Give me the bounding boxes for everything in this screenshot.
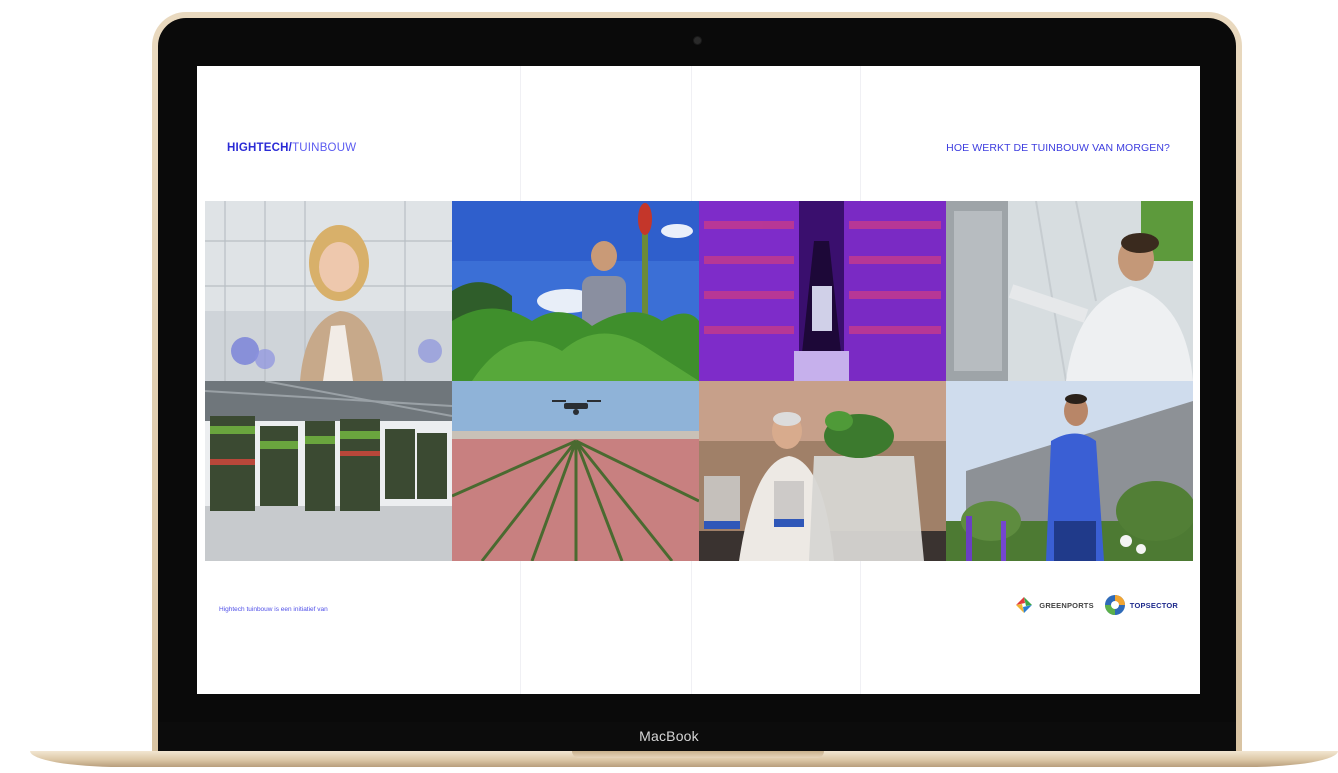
- initiative-note: Hightech tuinbouw is een initiatief van: [219, 606, 328, 613]
- photo-technician[interactable]: [946, 201, 1193, 381]
- partner-topsector[interactable]: TOPSECTOR: [1104, 594, 1178, 616]
- camera-icon: [694, 37, 701, 44]
- partner-greenports[interactable]: GREENPORTS: [1013, 594, 1094, 616]
- photo-man-building[interactable]: [946, 381, 1193, 561]
- page-headline: HOE WERKT DE TUINBOUW VAN MORGEN?: [946, 142, 1170, 154]
- device-brand-label: MacBook: [639, 728, 699, 744]
- photo-drone-field[interactable]: [452, 381, 699, 561]
- logo-bold: HIGHTECH/: [227, 142, 293, 154]
- photo-woman-greenhouse[interactable]: [205, 201, 452, 381]
- website-screen: HIGHTECH/TUINBOUW HOE WERKT DE TUINBOUW …: [197, 66, 1200, 694]
- laptop-notch: [572, 751, 824, 758]
- partner-topsector-name: TOPSECTOR: [1129, 600, 1178, 610]
- photo-researcher-lab[interactable]: [699, 381, 946, 561]
- photo-vertical-farm[interactable]: [699, 201, 946, 381]
- photo-grid: [205, 201, 1193, 561]
- partner-logos: GREENPORTS TOPSECTOR: [1013, 594, 1178, 616]
- partner-greenports-name: GREENPORTS: [1039, 600, 1094, 610]
- photo-man-field[interactable]: [452, 201, 699, 381]
- greenports-logo-icon: [1016, 597, 1033, 613]
- photo-plant-trolleys[interactable]: [205, 381, 452, 561]
- site-logo[interactable]: HIGHTECH/TUINBOUW: [227, 142, 356, 154]
- logo-light: TUINBOUW: [292, 142, 357, 154]
- topsector-logo-icon: [1104, 595, 1125, 615]
